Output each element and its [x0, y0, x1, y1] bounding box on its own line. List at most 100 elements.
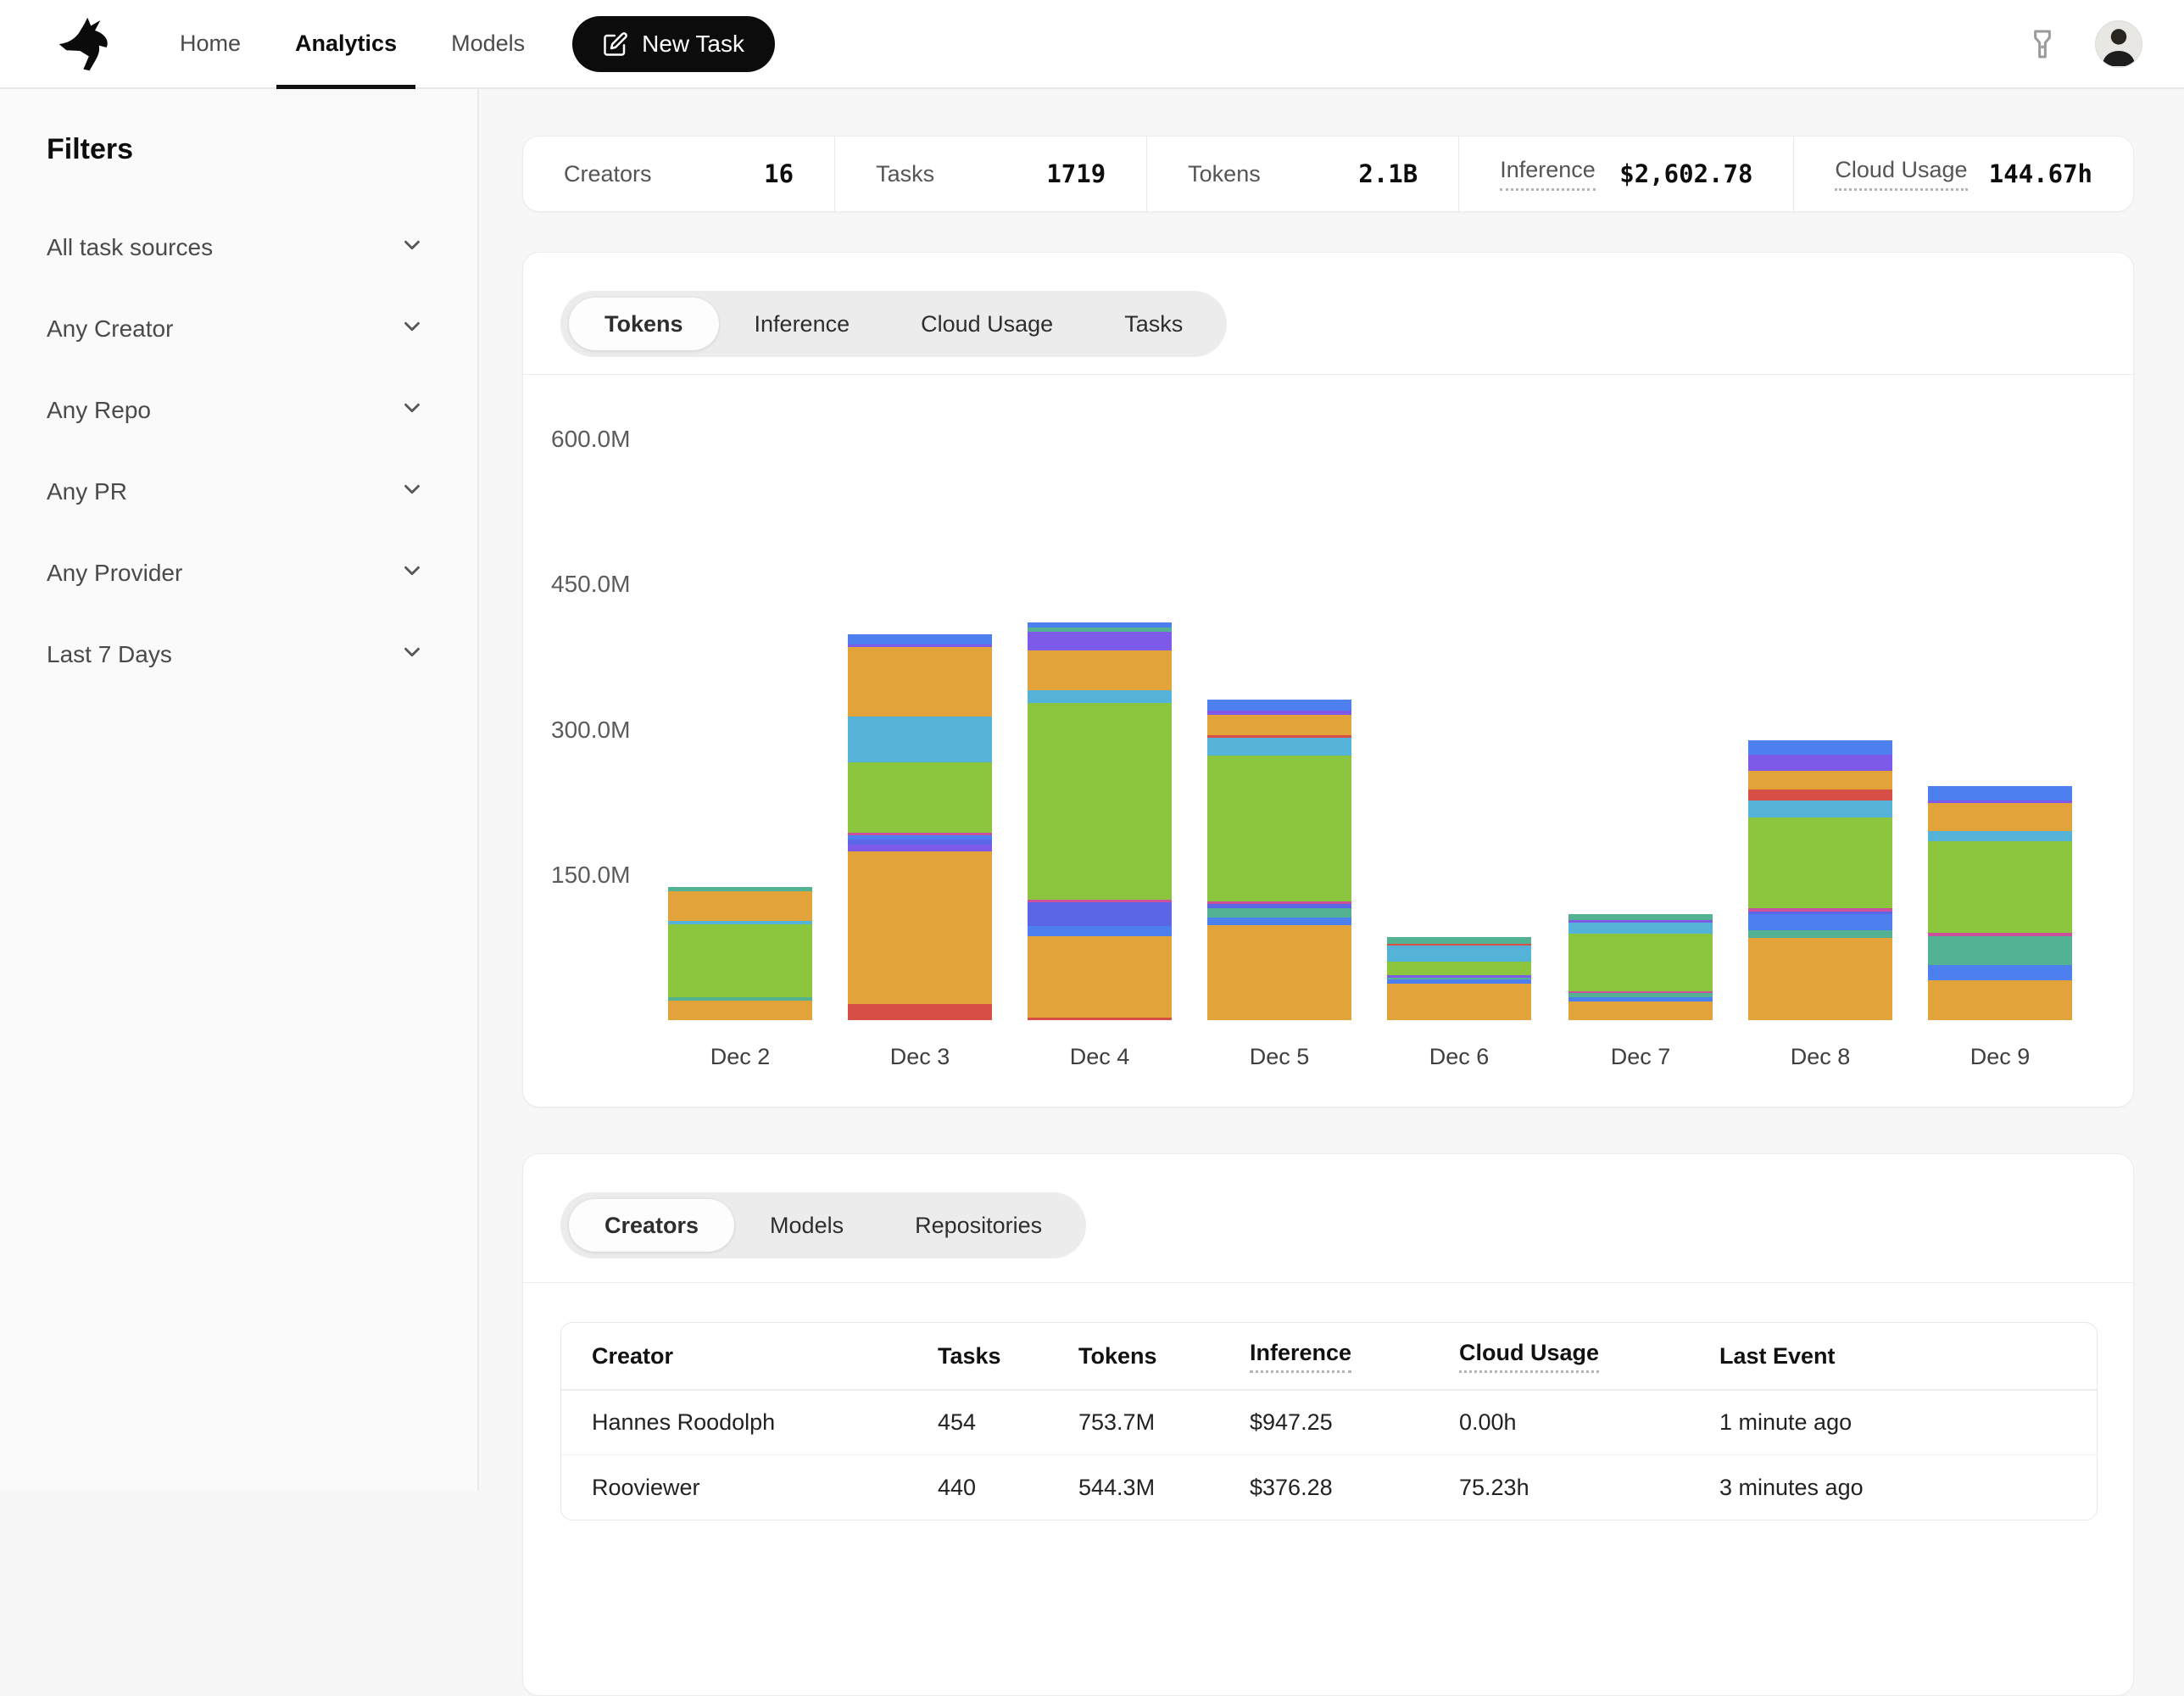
- stat-label[interactable]: Cloud Usage: [1835, 157, 1967, 191]
- bar-segment-royal: [1748, 740, 1892, 756]
- bar-dec-4[interactable]: [1028, 622, 1172, 1020]
- nav-item-analytics[interactable]: Analytics: [288, 0, 404, 87]
- filter-label: Any Provider: [47, 560, 182, 587]
- table-cell-value: 0.00h: [1459, 1409, 1517, 1436]
- bar-segment-green: [1028, 703, 1172, 900]
- chart-tab-inference[interactable]: Inference: [719, 298, 886, 350]
- stat-tokens: Tokens2.1B: [1147, 137, 1459, 211]
- bar-segment-lightblue: [1207, 738, 1351, 756]
- bar-segment-lightblue: [1387, 946, 1531, 962]
- new-task-button[interactable]: New Task: [572, 16, 775, 72]
- stats-summary-bar: Creators16Tasks1719Tokens2.1BInference$2…: [522, 136, 2134, 212]
- table-row-rooviewer[interactable]: Rooviewer440544.3M$376.2875.23h3 minutes…: [561, 1455, 2097, 1520]
- table-cell-value: 753.7M: [1078, 1409, 1155, 1436]
- stat-inference: Inference$2,602.78: [1459, 137, 1794, 211]
- bar-dec-7[interactable]: [1568, 914, 1713, 1020]
- stat-label[interactable]: Inference: [1500, 157, 1596, 191]
- bar-segment-orange: [1387, 984, 1531, 1020]
- x-axis-label: Dec 6: [1369, 1044, 1549, 1070]
- filter-dropdown-last-7-days[interactable]: Last 7 Days: [47, 614, 425, 695]
- torch-icon[interactable]: [2025, 27, 2059, 61]
- bar-segment-royal: [1028, 926, 1172, 935]
- table-cell: 3 minutes ago: [1719, 1475, 2097, 1501]
- bar-segment-green: [848, 762, 992, 833]
- chart-card: TokensInferenceCloud UsageTasks 150.0M30…: [522, 252, 2134, 1107]
- bar-segment-red: [1748, 789, 1892, 801]
- bar-segment-lightblue: [848, 717, 992, 762]
- chart-metric-tabs: TokensInferenceCloud UsageTasks: [560, 291, 1227, 357]
- bar-segment-orange: [1028, 936, 1172, 1018]
- user-avatar[interactable]: [2095, 20, 2142, 68]
- bar-dec-2[interactable]: [668, 887, 812, 1020]
- table-row-hannes-roodolph[interactable]: Hannes Roodolph454753.7M$947.250.00h1 mi…: [561, 1391, 2097, 1455]
- column-header-label: Creator: [592, 1343, 673, 1370]
- bar-segment-orange: [1748, 938, 1892, 1020]
- bar-dec-8[interactable]: [1748, 740, 1892, 1020]
- filter-label: Any PR: [47, 478, 127, 505]
- column-header-label: Inference: [1250, 1340, 1351, 1373]
- nav-item-home[interactable]: Home: [173, 0, 248, 87]
- bar-segment-orange: [848, 851, 992, 1003]
- column-header-label: Last Event: [1719, 1343, 1836, 1370]
- filter-dropdown-any-repo[interactable]: Any Repo: [47, 370, 425, 451]
- filter-label: Any Creator: [47, 315, 173, 343]
- stat-value: 144.67h: [1989, 159, 2092, 188]
- bar-segment-indigo: [848, 840, 992, 845]
- stat-value: 1719: [1046, 159, 1106, 188]
- table-cell: 0.00h: [1459, 1409, 1719, 1436]
- chart-tab-tasks[interactable]: Tasks: [1089, 298, 1218, 350]
- breakdown-card: CreatorsModelsRepositories Creator Tasks T…: [522, 1153, 2134, 1696]
- breakdown-tab-creators[interactable]: Creators: [569, 1199, 734, 1252]
- bar-dec-9[interactable]: [1928, 786, 2072, 1020]
- kangaroo-logo[interactable]: [56, 17, 127, 71]
- breakdown-tab-repositories[interactable]: Repositories: [879, 1199, 1078, 1252]
- bar-segment-green: [1207, 756, 1351, 901]
- bar-segment-lightblue: [1028, 690, 1172, 703]
- column-header-tokens: Tokens: [1078, 1343, 1250, 1370]
- filter-dropdown-any-pr[interactable]: Any PR: [47, 451, 425, 533]
- nav-item-models[interactable]: Models: [444, 0, 532, 87]
- y-axis-tick: 450.0M: [551, 571, 630, 598]
- table-cell: $947.25: [1250, 1409, 1459, 1436]
- breakdown-tab-models[interactable]: Models: [734, 1199, 879, 1252]
- bar-segment-royal: [1928, 965, 2072, 980]
- column-header-label: Tasks: [938, 1343, 1001, 1370]
- bar-dec-6[interactable]: [1387, 937, 1531, 1020]
- x-axis-label: Dec 8: [1730, 1044, 1910, 1070]
- table-header-row: Creator Tasks TokensInference Cloud UsageLa…: [561, 1323, 2097, 1391]
- chart-tab-tokens[interactable]: Tokens: [569, 298, 719, 350]
- filters-sidebar: Filters All task sources Any Creator Any R…: [0, 89, 479, 1491]
- chart-tab-cloud-usage[interactable]: Cloud Usage: [885, 298, 1089, 350]
- bar-dec-3[interactable]: [848, 634, 992, 1020]
- divider: [523, 1282, 2133, 1283]
- column-header-cloud-usage[interactable]: Cloud Usage: [1459, 1340, 1719, 1373]
- stat-label: Tokens: [1188, 161, 1261, 187]
- bar-dec-5[interactable]: [1207, 700, 1351, 1020]
- x-axis-label: Dec 2: [650, 1044, 830, 1070]
- table-cell-value: $376.28: [1250, 1475, 1333, 1501]
- bar-segment-orange: [668, 1001, 812, 1020]
- filter-dropdown-any-creator[interactable]: Any Creator: [47, 288, 425, 370]
- column-header-inference[interactable]: Inference: [1250, 1340, 1459, 1373]
- stat-cloud-usage: Cloud Usage 144.67h: [1794, 137, 2133, 211]
- filters-title: Filters: [47, 133, 425, 166]
- table-cell-value: 75.23h: [1459, 1475, 1529, 1501]
- filter-dropdown-any-provider[interactable]: Any Provider: [47, 533, 425, 614]
- table-cell-value: 3 minutes ago: [1719, 1475, 1864, 1501]
- filter-dropdown-all-task-sources[interactable]: All task sources: [47, 207, 425, 288]
- bar-segment-teal: [1748, 930, 1892, 938]
- stat-label: Tasks: [876, 161, 934, 187]
- column-header-last-event: Last Event: [1719, 1343, 2097, 1370]
- x-axis-label: Dec 3: [830, 1044, 1010, 1070]
- table-cell: 544.3M: [1078, 1475, 1250, 1501]
- y-axis-tick: 300.0M: [551, 717, 630, 744]
- x-axis-label: Dec 5: [1190, 1044, 1369, 1070]
- filter-label: Last 7 Days: [47, 641, 172, 668]
- bar-segment-green: [1387, 962, 1531, 974]
- x-axis-label: Dec 7: [1551, 1044, 1730, 1070]
- bar-segment-orange: [848, 647, 992, 717]
- table-cell-value: Rooviewer: [592, 1475, 700, 1501]
- bar-segment-orange: [1568, 1001, 1713, 1020]
- main-content: Creators16Tasks1719Tokens2.1BInference$2…: [479, 89, 2184, 1491]
- table-cell: Hannes Roodolph: [592, 1409, 938, 1436]
